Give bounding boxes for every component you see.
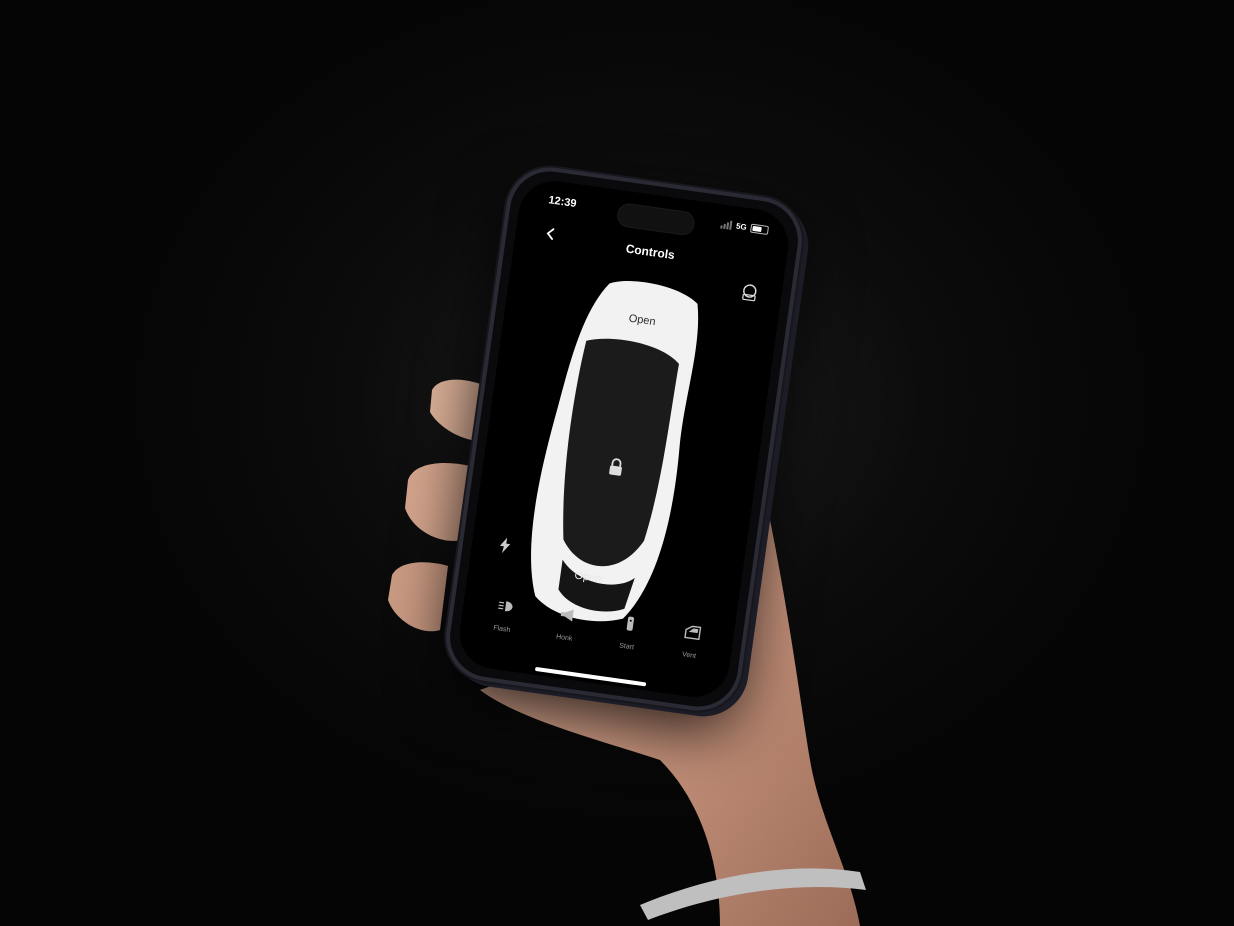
status-time: 12:39 [547,194,578,211]
flash-label: Flash [492,624,511,635]
signal-icon [720,219,733,230]
car-top-view: Open Open [503,265,740,638]
lightning-bolt-icon[interactable] [497,537,513,555]
network-label: 5G [735,221,748,232]
key-fob-icon [626,616,634,631]
vent-label: Vent [681,651,697,661]
dynamic-island [615,201,697,237]
start-action-button[interactable]: Start [597,612,656,675]
vent-action-button[interactable]: Vent [660,621,719,684]
horn-icon [560,609,574,622]
status-indicators: 5G [720,219,770,236]
car-window-icon [683,625,701,641]
car-body [531,281,699,622]
honk-label: Honk [555,633,573,643]
padlock-icon[interactable] [607,457,625,477]
start-label: Start [618,642,635,652]
battery-icon [749,223,770,236]
headlight-icon [497,601,513,612]
honk-action-button[interactable]: Honk [535,603,594,666]
flash-action-button[interactable]: Flash [473,595,532,658]
car-service-icon[interactable] [738,282,761,305]
phone-screen: 12:39 5G Controls Open Open Flash Honk S… [455,176,793,702]
